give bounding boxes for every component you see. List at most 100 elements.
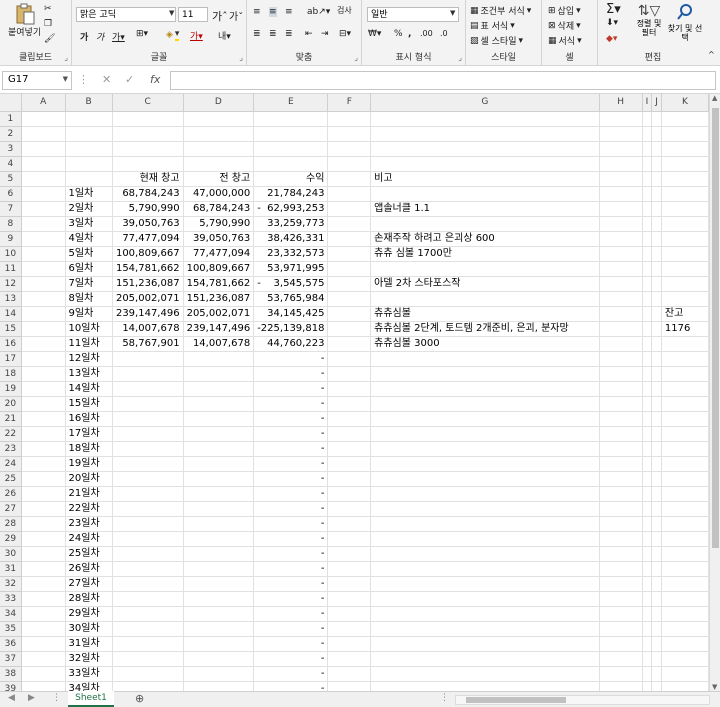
row-header[interactable]: 36: [0, 636, 22, 652]
cell-c-22[interactable]: [112, 426, 184, 442]
cell-c-15[interactable]: 14,007,678: [112, 321, 184, 337]
row-header[interactable]: 12: [0, 276, 22, 292]
cell-i-37[interactable]: [642, 651, 653, 667]
cell-a-20[interactable]: [21, 396, 66, 412]
cell-f-8[interactable]: [327, 216, 372, 232]
cell-c-11[interactable]: 154,781,662: [112, 261, 184, 277]
cell-i-21[interactable]: [642, 411, 653, 427]
insert-function-icon[interactable]: fx: [150, 73, 160, 86]
cell-h-25[interactable]: [599, 471, 643, 487]
cell-k-3[interactable]: [661, 141, 709, 157]
cell-f-30[interactable]: [327, 546, 372, 562]
bold-button[interactable]: 가: [80, 30, 88, 43]
cell-e-31[interactable]: -: [253, 561, 329, 577]
cell-f-33[interactable]: [327, 591, 372, 607]
cell-e-23[interactable]: -: [253, 441, 329, 457]
cell-i-5[interactable]: [642, 171, 653, 187]
cut-icon[interactable]: ✂: [44, 4, 52, 14]
cell-g-16[interactable]: 츄츄심볼 3000: [370, 336, 600, 352]
column-header-e[interactable]: E: [253, 94, 329, 112]
cell-b-33[interactable]: 28일차: [65, 591, 113, 607]
cell-b-27[interactable]: 22일차: [65, 501, 113, 517]
cell-b-21[interactable]: 16일차: [65, 411, 113, 427]
cell-k-5[interactable]: [661, 171, 709, 187]
cell-k-38[interactable]: [661, 666, 709, 682]
cell-h-35[interactable]: [599, 621, 643, 637]
cell-g-13[interactable]: [370, 291, 600, 307]
cell-e-21[interactable]: -: [253, 411, 329, 427]
cell-f-9[interactable]: [327, 231, 372, 247]
row-header[interactable]: 25: [0, 471, 22, 487]
cell-k-10[interactable]: [661, 246, 709, 262]
cell-k-2[interactable]: [661, 126, 709, 142]
row-header[interactable]: 15: [0, 321, 22, 337]
cell-j-29[interactable]: [651, 531, 662, 547]
cell-b-38[interactable]: 33일차: [65, 666, 113, 682]
cell-j-39[interactable]: [651, 681, 662, 691]
cell-k-30[interactable]: [661, 546, 709, 562]
scroll-up-icon[interactable]: ▲: [712, 94, 717, 102]
cell-c-26[interactable]: [112, 486, 184, 502]
cell-d-16[interactable]: 14,007,678: [183, 336, 255, 352]
tab-split-icon[interactable]: ⋮: [440, 693, 449, 703]
cell-a-29[interactable]: [21, 531, 66, 547]
cell-i-23[interactable]: [642, 441, 653, 457]
column-header-h[interactable]: H: [599, 94, 643, 112]
cell-c-39[interactable]: [112, 681, 184, 691]
cell-b-14[interactable]: 9일차: [65, 306, 113, 322]
cell-h-19[interactable]: [599, 381, 643, 397]
cell-j-28[interactable]: [651, 516, 662, 532]
cell-f-13[interactable]: [327, 291, 372, 307]
cell-h-16[interactable]: [599, 336, 643, 352]
cell-h-4[interactable]: [599, 156, 643, 172]
cell-a-38[interactable]: [21, 666, 66, 682]
cell-c-31[interactable]: [112, 561, 184, 577]
cell-a-28[interactable]: [21, 516, 66, 532]
cell-g-38[interactable]: [370, 666, 600, 682]
cell-k-8[interactable]: [661, 216, 709, 232]
cell-f-7[interactable]: [327, 201, 372, 217]
column-header-f[interactable]: F: [327, 94, 372, 112]
comma-style-icon[interactable]: ,: [408, 29, 411, 39]
cell-k-32[interactable]: [661, 576, 709, 592]
percent-icon[interactable]: %: [394, 29, 403, 39]
cell-i-1[interactable]: [642, 111, 653, 127]
cell-g-30[interactable]: [370, 546, 600, 562]
cell-a-27[interactable]: [21, 501, 66, 517]
cell-a-30[interactable]: [21, 546, 66, 562]
cell-k-1[interactable]: [661, 111, 709, 127]
cell-g-11[interactable]: [370, 261, 600, 277]
cell-a-18[interactable]: [21, 366, 66, 382]
cell-d-32[interactable]: [183, 576, 255, 592]
decrease-indent-icon[interactable]: ⇤: [305, 29, 313, 39]
cell-c-17[interactable]: [112, 351, 184, 367]
cell-j-7[interactable]: [651, 201, 662, 217]
cell-j-13[interactable]: [651, 291, 662, 307]
cell-d-4[interactable]: [183, 156, 255, 172]
cell-j-4[interactable]: [651, 156, 662, 172]
cell-h-39[interactable]: [599, 681, 643, 691]
cell-a-22[interactable]: [21, 426, 66, 442]
cell-k-39[interactable]: [661, 681, 709, 691]
cell-f-12[interactable]: [327, 276, 372, 292]
cell-c-37[interactable]: [112, 651, 184, 667]
cell-f-1[interactable]: [327, 111, 372, 127]
row-header[interactable]: 28: [0, 516, 22, 532]
cell-a-24[interactable]: [21, 456, 66, 472]
cell-i-7[interactable]: [642, 201, 653, 217]
cell-f-17[interactable]: [327, 351, 372, 367]
cell-b-23[interactable]: 18일차: [65, 441, 113, 457]
cell-j-20[interactable]: [651, 396, 662, 412]
cell-g-21[interactable]: [370, 411, 600, 427]
cell-c-28[interactable]: [112, 516, 184, 532]
cell-d-23[interactable]: [183, 441, 255, 457]
cell-d-31[interactable]: [183, 561, 255, 577]
cell-e-9[interactable]: 38,426,331: [253, 231, 329, 247]
cell-i-29[interactable]: [642, 531, 653, 547]
cell-i-6[interactable]: [642, 186, 653, 202]
dialog-launcher-icon[interactable]: ⌟: [64, 53, 68, 62]
cell-k-20[interactable]: [661, 396, 709, 412]
cell-i-22[interactable]: [642, 426, 653, 442]
cell-a-3[interactable]: [21, 141, 66, 157]
cell-d-13[interactable]: 151,236,087: [183, 291, 255, 307]
